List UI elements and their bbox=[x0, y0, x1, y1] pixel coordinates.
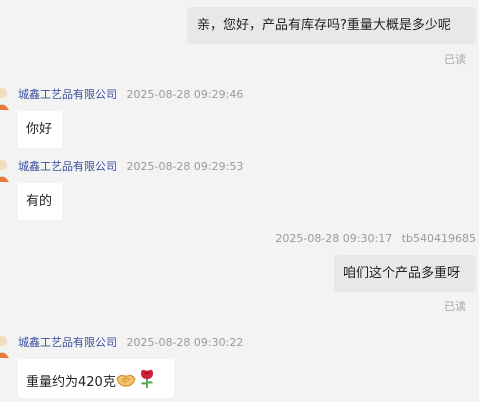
message-meta: 城鑫工艺品有限公司 2025-08-28 09:29:46 bbox=[18, 88, 243, 102]
message-text: 咱们这个产品多重呀 bbox=[343, 266, 461, 281]
message-text: 你好 bbox=[26, 122, 53, 137]
sender-name[interactable]: 城鑫工艺品有限公司 bbox=[18, 336, 117, 349]
message-bubble-outgoing[interactable]: 咱们这个产品多重呀 bbox=[334, 255, 476, 292]
message-time: 2025-08-28 09:29:46 bbox=[126, 88, 244, 101]
avatar[interactable] bbox=[0, 86, 12, 110]
message-time: 2025-08-28 09:30:22 bbox=[126, 336, 244, 349]
message-text-wrap: 重量约为420克 bbox=[26, 369, 156, 395]
message-text: 重量约为420克 bbox=[26, 375, 116, 390]
read-status: 已读 bbox=[444, 300, 466, 313]
message-bubble-incoming[interactable]: 你好 bbox=[18, 111, 62, 148]
message-time: 2025-08-28 09:30:17 bbox=[275, 232, 393, 245]
avatar[interactable] bbox=[0, 334, 12, 358]
message-text: 亲，您好，产品有库存吗?重量大概是多少呢 bbox=[197, 18, 451, 33]
message-text: 有的 bbox=[26, 194, 53, 209]
rose-emoji-icon bbox=[138, 369, 156, 395]
message-bubble-incoming[interactable]: 重量约为420克 bbox=[18, 359, 174, 398]
message-meta: 城鑫工艺品有限公司 2025-08-28 09:29:53 bbox=[18, 160, 243, 174]
avatar[interactable] bbox=[0, 158, 12, 182]
message-bubble-outgoing[interactable]: 亲，您好，产品有库存吗?重量大概是多少呢 bbox=[187, 7, 476, 44]
message-bubble-incoming[interactable]: 有的 bbox=[18, 183, 62, 220]
sender-name[interactable]: 城鑫工艺品有限公司 bbox=[18, 88, 117, 101]
read-status: 已读 bbox=[444, 53, 466, 66]
handshake-emoji-icon bbox=[116, 371, 136, 395]
message-meta: 2025-08-28 09:30:17 tb540419685 bbox=[275, 232, 476, 246]
sender-name[interactable]: 城鑫工艺品有限公司 bbox=[18, 160, 117, 173]
sender-name: tb540419685 bbox=[401, 232, 476, 245]
message-meta: 城鑫工艺品有限公司 2025-08-28 09:30:22 bbox=[18, 336, 243, 350]
message-time: 2025-08-28 09:29:53 bbox=[126, 160, 244, 173]
